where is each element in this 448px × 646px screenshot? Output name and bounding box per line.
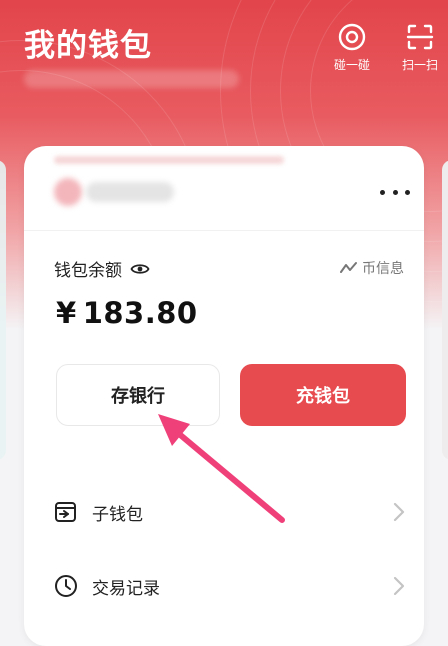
deposit-to-bank-button[interactable]: 存银行: [56, 364, 220, 426]
more-dot-icon: [405, 189, 410, 195]
top-up-wallet-label: 充钱包: [296, 386, 350, 407]
blurred-subtitle: [24, 70, 239, 88]
list-item-sub-wallet[interactable]: 子钱包: [54, 492, 406, 532]
clock-icon: [55, 575, 77, 597]
more-options-button[interactable]: [380, 184, 410, 200]
balance-label-row: 钱包余额: [54, 256, 150, 281]
currency-symbol: ¥: [56, 296, 77, 330]
tap-pay-label: 碰一碰: [333, 58, 370, 72]
blurred-card-strip: [54, 156, 284, 164]
deposit-to-bank-label: 存银行: [111, 386, 165, 407]
coin-info-link[interactable]: 币信息: [340, 258, 404, 278]
scan-label: 扫一扫: [401, 58, 438, 72]
list-item-label: 交易记录: [92, 578, 160, 599]
wallet-card: 钱包余额 币信息 ¥183.80 存银行 充钱包 子钱包 交易记录: [24, 146, 424, 646]
sub-wallet-icon: [55, 502, 76, 522]
adjacent-card-left[interactable]: [0, 160, 6, 460]
list-item-label: 子钱包: [92, 504, 143, 525]
chevron-right-icon: [393, 576, 405, 596]
balance-value: 183.80: [82, 296, 198, 330]
balance-label: 钱包余额: [54, 261, 122, 281]
top-up-wallet-button[interactable]: 充钱包: [240, 364, 406, 426]
scan-button[interactable]: 扫一扫: [390, 22, 448, 73]
balance-amount: ¥183.80: [56, 296, 198, 330]
scan-icon: [406, 24, 434, 50]
chevron-right-icon: [393, 502, 405, 522]
adjacent-card-right[interactable]: [442, 160, 448, 460]
page-title: 我的钱包: [24, 28, 152, 64]
target-icon: [338, 23, 366, 51]
avatar: [54, 178, 82, 206]
blurred-owner-name: [86, 182, 174, 202]
eye-icon[interactable]: [130, 261, 150, 277]
more-dot-icon: [380, 189, 385, 195]
coin-info-label: 币信息: [362, 261, 404, 277]
more-dot-icon: [392, 189, 398, 195]
trend-line-icon: [340, 262, 357, 273]
tap-pay-button[interactable]: 碰一碰: [322, 22, 382, 73]
card-divider: [24, 230, 424, 231]
list-item-transactions[interactable]: 交易记录: [54, 566, 406, 606]
